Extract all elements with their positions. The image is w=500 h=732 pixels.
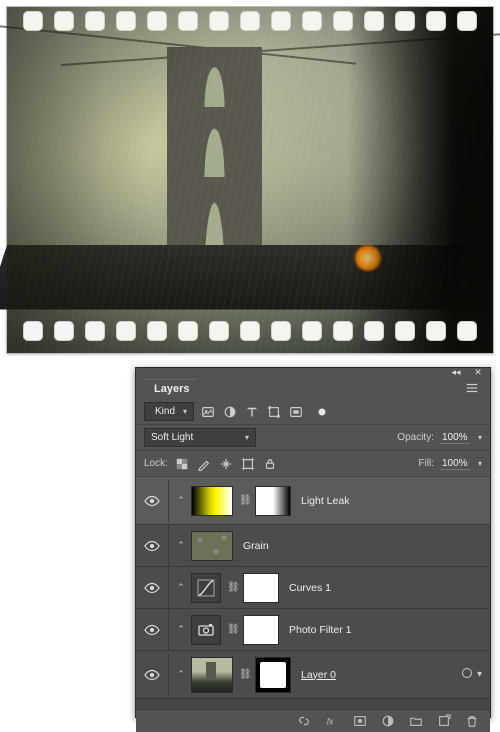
lock-artboard-icon[interactable]: [240, 456, 256, 472]
layer-mask-thumbnail[interactable]: [255, 657, 291, 693]
smartfilter-indicator: ⌃: [177, 495, 185, 506]
adjustment-icon-curves[interactable]: [191, 573, 221, 603]
filter-type-icon[interactable]: [244, 404, 260, 420]
layer-thumbnail[interactable]: [191, 531, 233, 561]
layer-row[interactable]: ⌃ ⛓ Photo Filter 1: [136, 609, 490, 651]
lock-transparency-icon[interactable]: [174, 456, 190, 472]
vignette: [7, 7, 493, 353]
filter-pixel-icon[interactable]: [200, 404, 216, 420]
divider: [168, 654, 169, 696]
fill-field[interactable]: 100% ▾: [440, 454, 482, 473]
link-mask-icon[interactable]: ⛓: [239, 495, 249, 506]
smartfilter-indicator: ⌃: [177, 540, 185, 551]
new-group-icon[interactable]: [408, 713, 424, 729]
layer-thumbnail[interactable]: [191, 486, 233, 516]
divider: [168, 480, 169, 522]
visibility-toggle[interactable]: [144, 667, 160, 683]
smartfilter-indicator: ⌃: [177, 669, 185, 680]
layer-row[interactable]: ⌃ ⛓ Layer 0 ▾: [136, 651, 490, 699]
chevron-down-icon: ▾: [474, 433, 482, 442]
lock-position-icon[interactable]: [218, 456, 234, 472]
filter-kind-select[interactable]: Kind ▾: [144, 402, 194, 421]
filter-kind-label: Kind: [155, 406, 175, 417]
filter-row: Kind ▾: [136, 399, 490, 425]
layer-name[interactable]: Light Leak: [297, 495, 349, 507]
smartfilter-indicator: ⌃: [177, 624, 185, 635]
chevron-down-icon: ▾: [474, 459, 482, 468]
panel-footer: fx: [136, 709, 490, 732]
add-mask-icon[interactable]: [352, 713, 368, 729]
layer-mask-thumbnail[interactable]: [255, 486, 291, 516]
filter-shape-icon[interactable]: [266, 404, 282, 420]
link-mask-icon[interactable]: ⛓: [227, 624, 237, 635]
layer-row[interactable]: ⌃ ⛓ Curves 1: [136, 567, 490, 609]
blend-row: Soft Light ▾ Opacity: 100% ▾: [136, 425, 490, 451]
close-icon[interactable]: ✕: [470, 365, 486, 381]
document-preview: [6, 6, 494, 354]
visibility-toggle[interactable]: [144, 538, 160, 554]
new-adjustment-icon[interactable]: [380, 713, 396, 729]
layer-name[interactable]: Layer 0: [297, 669, 336, 681]
layers-panel: ◂◂ ✕ Layers Kind ▾ Soft Light ▾ Opacit: [135, 367, 491, 718]
layer-name[interactable]: Curves 1: [285, 582, 331, 594]
filter-toggle[interactable]: [314, 404, 330, 420]
new-layer-icon[interactable]: [436, 713, 452, 729]
link-mask-icon[interactable]: ⛓: [227, 582, 237, 593]
filter-smart-icon[interactable]: [288, 404, 304, 420]
adjustment-icon-photo-filter[interactable]: [191, 615, 221, 645]
tab-layers[interactable]: Layers: [146, 379, 197, 398]
opacity-field[interactable]: 100% ▾: [440, 428, 482, 447]
opacity-value: 100%: [440, 432, 470, 444]
visibility-toggle[interactable]: [144, 622, 160, 638]
lock-pixels-icon[interactable]: [196, 456, 212, 472]
smart-object-icon: [461, 667, 473, 682]
svg-text:fx: fx: [327, 717, 334, 727]
panel-menu-icon[interactable]: [464, 380, 480, 396]
visibility-toggle[interactable]: [144, 580, 160, 596]
smartfilter-indicator: ⌃: [177, 582, 185, 593]
film-sprockets-top: [7, 11, 493, 39]
lock-all-icon[interactable]: [262, 456, 278, 472]
layer-name[interactable]: Grain: [239, 540, 269, 552]
blend-mode-select[interactable]: Soft Light ▾: [144, 428, 256, 447]
layer-style-icon[interactable]: fx: [324, 713, 340, 729]
blend-mode-value: Soft Light: [151, 432, 193, 443]
collapse-icon[interactable]: ◂◂: [448, 365, 464, 381]
fill-label: Fill:: [418, 458, 434, 469]
layer-mask-thumbnail[interactable]: [243, 573, 279, 603]
panel-tabs: Layers: [136, 377, 490, 399]
fill-value: 100%: [440, 458, 470, 470]
divider: [168, 525, 169, 567]
link-layers-icon[interactable]: [296, 713, 312, 729]
layers-list: ⌃ ⛓ Light Leak ⌃ Grain ⌃ ⛓ Curves 1 ⌃: [136, 477, 490, 709]
layer-row[interactable]: ⌃ ⛓ Light Leak: [136, 477, 490, 525]
lock-label: Lock:: [144, 458, 168, 469]
chevron-down-icon: ▾: [241, 433, 249, 442]
layer-mask-thumbnail[interactable]: [243, 615, 279, 645]
lock-row: Lock: Fill: 100% ▾: [136, 451, 490, 477]
link-mask-icon[interactable]: ⛓: [239, 669, 249, 680]
chevron-down-icon: ▾: [179, 407, 187, 416]
layer-thumbnail[interactable]: [191, 657, 233, 693]
filter-adjustment-icon[interactable]: [222, 404, 238, 420]
chevron-down-icon[interactable]: ▾: [477, 669, 482, 680]
panel-controls: ◂◂ ✕: [136, 368, 490, 377]
film-sprockets-bottom: [7, 321, 493, 349]
divider: [168, 567, 169, 609]
opacity-label: Opacity:: [397, 432, 434, 443]
layer-row[interactable]: ⌃ Grain: [136, 525, 490, 567]
visibility-toggle[interactable]: [144, 493, 160, 509]
divider: [168, 609, 169, 651]
layer-name[interactable]: Photo Filter 1: [285, 624, 351, 636]
delete-layer-icon[interactable]: [464, 713, 480, 729]
